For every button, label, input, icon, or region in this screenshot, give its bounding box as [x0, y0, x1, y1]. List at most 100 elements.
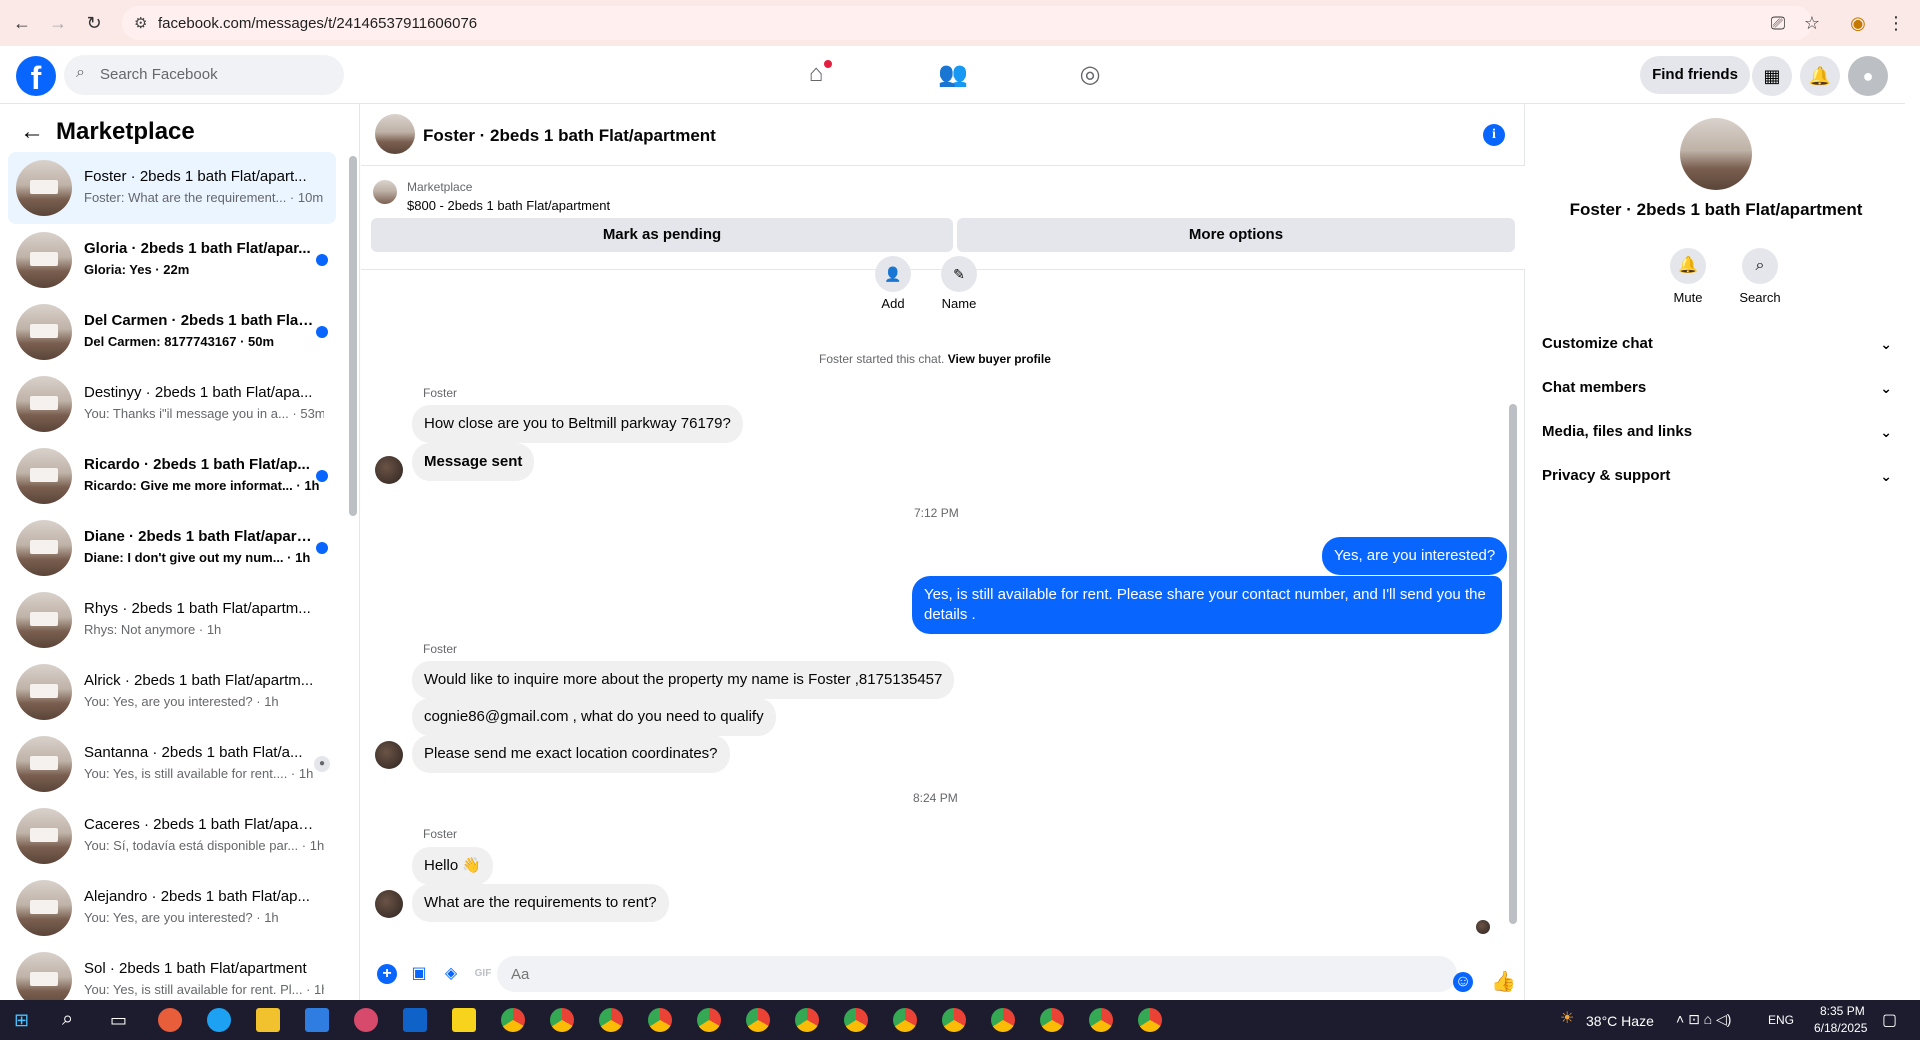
chrome-taskbar-icon[interactable]: [697, 1008, 721, 1032]
browser-menu-icon[interactable]: ⋮: [1884, 11, 1908, 35]
customize-chat-section[interactable]: Customize chat ⌄: [1542, 326, 1892, 362]
conversation-item[interactable]: Diane · 2beds 1 bath Flat/apart... Diane:…: [8, 512, 336, 584]
friends-icon[interactable]: 👥: [937, 60, 969, 90]
message-bubble[interactable]: How close are you to Beltmill parkway 76…: [412, 405, 743, 443]
chrome-taskbar-icon[interactable]: [599, 1008, 623, 1032]
message-composer: + ▣ ◈ GIF ☺ 👍: [361, 950, 1525, 1000]
privacy-support-section[interactable]: Privacy & support ⌄: [1542, 458, 1892, 494]
sender-avatar[interactable]: [375, 456, 403, 484]
add-people-action[interactable]: 👤 Add: [875, 256, 911, 311]
search-action[interactable]: ⌕ Search: [1730, 248, 1790, 305]
sent-message-bubble[interactable]: Yes, is still available for rent. Please…: [912, 576, 1502, 634]
chrome-taskbar-icon[interactable]: [991, 1008, 1015, 1032]
message-bubble[interactable]: What are the requirements to rent?: [412, 884, 669, 922]
back-arrow-icon[interactable]: ←: [20, 118, 44, 146]
message-bubble[interactable]: Hello 👋: [412, 847, 494, 885]
more-options-button[interactable]: More options: [957, 218, 1515, 252]
chrome-taskbar-icon[interactable]: [746, 1008, 770, 1032]
file-explorer-icon[interactable]: [256, 1008, 280, 1032]
name-chat-action[interactable]: ✎ Name: [941, 256, 977, 311]
profile-icon[interactable]: ◉: [1846, 11, 1870, 35]
windows-start-icon[interactable]: ⊞: [14, 1010, 29, 1031]
media-files-links-section[interactable]: Media, files and links ⌄: [1542, 414, 1892, 450]
reload-icon[interactable]: ↻: [82, 11, 106, 35]
taskbar-search-icon[interactable]: ⌕: [62, 1008, 73, 1031]
notifications-icon[interactable]: ▢: [1882, 1010, 1897, 1030]
bookmark-star-icon[interactable]: ☆: [1800, 11, 1824, 35]
listing-thumbnail[interactable]: [373, 180, 397, 204]
listing-title[interactable]: $800 - 2beds 1 bath Flat/apartment: [407, 198, 610, 213]
facebook-search[interactable]: ⌕ Search Facebook: [64, 55, 344, 95]
chat-avatar[interactable]: [375, 114, 415, 154]
conversation-item[interactable]: Del Carmen · 2beds 1 bath Flat... Del Car…: [8, 296, 336, 368]
conversation-item[interactable]: Gloria · 2beds 1 bath Flat/apar... Gloria…: [8, 224, 336, 296]
sticker-icon[interactable]: ◈: [441, 964, 461, 984]
copilot-icon[interactable]: [158, 1008, 182, 1032]
emoji-icon[interactable]: ☺: [1453, 972, 1473, 992]
conversation-item[interactable]: Destinyy · 2beds 1 bath Flat/apa... You: …: [8, 368, 336, 440]
system-tray-icons[interactable]: ˄ ⊡ ⌂ ◁): [1676, 1011, 1731, 1028]
photo-icon[interactable]: ▣: [409, 964, 429, 984]
chrome-taskbar-icon[interactable]: [1138, 1008, 1162, 1032]
mark-as-pending-button[interactable]: Mark as pending: [371, 218, 953, 252]
clock-date[interactable]: 6/18/2025: [1814, 1021, 1867, 1035]
conversation-item[interactable]: Alrick · 2beds 1 bath Flat/apartm... You:…: [8, 656, 336, 728]
address-bar[interactable]: ⚙ facebook.com/messages/t/24146537911606…: [122, 6, 1812, 40]
install-icon[interactable]: ⎚: [1766, 11, 1790, 35]
site-info-icon[interactable]: ⚙: [134, 14, 147, 32]
task-view-icon[interactable]: ▭: [110, 1010, 127, 1031]
like-thumb-icon[interactable]: 👍: [1491, 972, 1516, 992]
message-bubble[interactable]: cognie86@gmail.com , what do you need to…: [412, 698, 776, 736]
conversation-item[interactable]: Foster · 2beds 1 bath Flat/apart... Foste…: [8, 152, 336, 224]
chrome-taskbar-icon[interactable]: [942, 1008, 966, 1032]
view-buyer-profile-link[interactable]: View buyer profile: [948, 352, 1051, 366]
clock-time[interactable]: 8:35 PM: [1820, 1004, 1865, 1018]
edge-icon[interactable]: [207, 1008, 231, 1032]
conversation-item[interactable]: Caceres · 2beds 1 bath Flat/apar... You: …: [8, 800, 336, 872]
chrome-taskbar-icon[interactable]: [1089, 1008, 1113, 1032]
conversation-item[interactable]: Santanna · 2beds 1 bath Flat/a... You: Ye…: [8, 728, 336, 800]
sidebar-scrollbar[interactable]: [349, 156, 357, 516]
conversation-item[interactable]: Alejandro · 2beds 1 bath Flat/ap... You: …: [8, 872, 336, 944]
store-icon[interactable]: [305, 1008, 329, 1032]
account-avatar[interactable]: ●: [1848, 56, 1888, 96]
sticky-notes-icon[interactable]: [452, 1008, 476, 1032]
sent-message-bubble[interactable]: Yes, are you interested?: [1322, 537, 1508, 575]
message-bubble[interactable]: Would like to inquire more about the pro…: [412, 661, 955, 699]
back-icon[interactable]: ←: [10, 11, 34, 35]
chrome-taskbar-icon[interactable]: [550, 1008, 574, 1032]
chrome-taskbar-icon[interactable]: [795, 1008, 819, 1032]
conversation-item[interactable]: Ricardo · 2beds 1 bath Flat/ap... Ricardo…: [8, 440, 336, 512]
conversation-avatar[interactable]: [1680, 118, 1752, 190]
chrome-taskbar-icon[interactable]: [501, 1008, 525, 1032]
chrome-taskbar-icon[interactable]: [648, 1008, 672, 1032]
language-indicator[interactable]: ENG: [1768, 1013, 1794, 1027]
facebook-logo-icon[interactable]: f: [16, 56, 56, 96]
chat-scrollbar[interactable]: [1509, 404, 1517, 924]
search-icon: ⌕: [1742, 248, 1778, 284]
chat-members-section[interactable]: Chat members ⌄: [1542, 370, 1892, 406]
chrome-taskbar-icon[interactable]: [844, 1008, 868, 1032]
app-icon[interactable]: [354, 1008, 378, 1032]
forward-icon[interactable]: →: [46, 11, 70, 35]
conversation-item[interactable]: Rhys · 2beds 1 bath Flat/apartm... Rhys: …: [8, 584, 336, 656]
groups-icon[interactable]: ◎: [1074, 60, 1106, 90]
conversation-item[interactable]: Sol · 2beds 1 bath Flat/apartment You: Ye…: [8, 944, 336, 1000]
chrome-taskbar-icon[interactable]: [1040, 1008, 1064, 1032]
message-bubble[interactable]: Please send me exact location coordinate…: [412, 735, 730, 773]
info-icon[interactable]: i: [1483, 124, 1505, 146]
gif-icon[interactable]: GIF: [473, 964, 493, 984]
chrome-taskbar-icon[interactable]: [893, 1008, 917, 1032]
find-friends-button[interactable]: Find friends: [1640, 56, 1750, 94]
outlook-icon[interactable]: [403, 1008, 427, 1032]
sender-avatar[interactable]: [375, 741, 403, 769]
mute-action[interactable]: 🔔 Mute: [1658, 248, 1718, 305]
sender-avatar[interactable]: [375, 890, 403, 918]
message-bubble[interactable]: Message sent: [412, 443, 535, 481]
menu-grid-icon[interactable]: ▦: [1752, 56, 1792, 96]
message-input[interactable]: [497, 956, 1457, 992]
plus-icon[interactable]: +: [377, 964, 397, 984]
chat-title[interactable]: Foster · 2beds 1 bath Flat/apartment: [423, 126, 716, 146]
weather-text[interactable]: 38°C Haze: [1586, 1013, 1654, 1029]
notifications-bell-icon[interactable]: 🔔: [1800, 56, 1840, 96]
